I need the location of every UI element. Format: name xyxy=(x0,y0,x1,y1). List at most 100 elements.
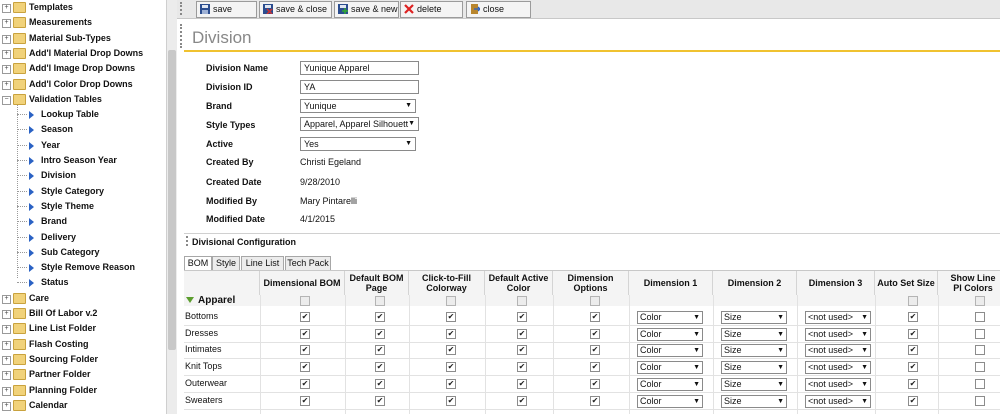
dimension-3-select[interactable]: <not used> ▼ xyxy=(805,311,871,324)
tree-scrollbar[interactable] xyxy=(166,0,177,414)
division-id-input[interactable]: YA xyxy=(300,80,419,94)
checked-checkbox[interactable]: ✔ xyxy=(300,312,310,322)
expander-icon[interactable]: + xyxy=(2,80,11,90)
expander-icon[interactable]: + xyxy=(2,49,11,59)
checked-checkbox[interactable]: ✔ xyxy=(446,395,456,406)
tab-bom[interactable]: BOM xyxy=(184,256,212,271)
column-header[interactable]: Dimension 2 xyxy=(713,271,797,295)
expander-icon[interactable]: + xyxy=(2,371,11,381)
checked-checkbox[interactable]: ✔ xyxy=(517,362,527,373)
brand-select[interactable]: Yunique ▼ xyxy=(300,99,416,113)
division-name-input[interactable]: Yunique Apparel xyxy=(300,61,419,75)
dimension-3-select[interactable]: <not used> ▼ xyxy=(805,327,871,341)
checked-checkbox[interactable]: ✔ xyxy=(375,362,385,373)
column-header[interactable]: Dimensional BOM xyxy=(260,271,345,295)
dimension-2-select[interactable]: Size ▼ xyxy=(721,311,787,324)
checked-checkbox[interactable]: ✔ xyxy=(446,345,456,356)
checked-checkbox[interactable]: ✔ xyxy=(517,328,527,339)
show-line-plan-colors-checkbox[interactable] xyxy=(975,378,985,389)
checked-checkbox[interactable]: ✔ xyxy=(590,328,600,339)
dimension-3-select[interactable]: <not used> ▼ xyxy=(805,361,871,375)
column-header[interactable]: Click-to-Fill Colorway xyxy=(409,271,485,295)
auto-set-size-checkbox[interactable]: ✔ xyxy=(908,345,918,356)
show-line-plan-colors-checkbox[interactable] xyxy=(975,312,985,322)
save-button[interactable]: save xyxy=(196,1,257,18)
auto-set-size-checkbox[interactable]: ✔ xyxy=(908,395,918,406)
checked-checkbox[interactable]: ✔ xyxy=(446,312,456,322)
expander-icon[interactable]: + xyxy=(2,294,11,304)
checked-checkbox[interactable]: ✔ xyxy=(590,395,600,406)
group-checkbox[interactable] xyxy=(908,296,918,306)
dimension-1-select[interactable]: Color ▼ xyxy=(637,361,703,375)
show-line-plan-colors-checkbox[interactable] xyxy=(975,328,985,339)
dimension-1-select[interactable]: Color ▼ xyxy=(637,377,703,391)
group-checkbox[interactable] xyxy=(375,296,385,306)
group-checkbox[interactable] xyxy=(300,296,310,306)
dimension-1-select[interactable]: Color ▼ xyxy=(637,344,703,358)
expander-icon[interactable]: − xyxy=(2,95,11,105)
column-header[interactable]: Dimension 1 xyxy=(629,271,713,295)
dimension-3-select[interactable]: <not used> ▼ xyxy=(805,377,871,391)
column-header[interactable]: Dimension Options xyxy=(553,271,629,295)
column-header[interactable]: Dimension 3 xyxy=(797,271,875,295)
checked-checkbox[interactable]: ✔ xyxy=(375,328,385,339)
checked-checkbox[interactable]: ✔ xyxy=(300,345,310,356)
checked-checkbox[interactable]: ✔ xyxy=(300,328,310,339)
dimension-1-select[interactable]: Color ▼ xyxy=(637,394,703,408)
checked-checkbox[interactable]: ✔ xyxy=(517,395,527,406)
checked-checkbox[interactable]: ✔ xyxy=(517,345,527,356)
show-line-plan-colors-checkbox[interactable] xyxy=(975,345,985,356)
expander-icon[interactable]: + xyxy=(2,34,11,44)
dimension-3-select[interactable]: <not used> ▼ xyxy=(805,344,871,358)
save-and-new-button[interactable]: save & new xyxy=(334,1,399,18)
expander-icon[interactable]: + xyxy=(2,4,11,13)
tab-line-list[interactable]: Line List xyxy=(241,256,284,271)
show-line-plan-colors-checkbox[interactable] xyxy=(975,362,985,373)
dimension-1-select[interactable]: Color ▼ xyxy=(637,311,703,324)
dimension-2-select[interactable]: Size ▼ xyxy=(721,344,787,358)
collapse-triangle-icon[interactable] xyxy=(186,297,194,303)
tab-tech-pack[interactable]: Tech Pack xyxy=(285,256,331,271)
auto-set-size-checkbox[interactable]: ✔ xyxy=(908,328,918,339)
column-header[interactable]: Auto Set Size xyxy=(875,271,938,295)
checked-checkbox[interactable]: ✔ xyxy=(375,378,385,389)
checked-checkbox[interactable]: ✔ xyxy=(517,378,527,389)
checked-checkbox[interactable]: ✔ xyxy=(300,362,310,373)
checked-checkbox[interactable]: ✔ xyxy=(590,378,600,389)
expander-icon[interactable]: + xyxy=(2,19,11,29)
dimension-1-select[interactable]: Color ▼ xyxy=(637,327,703,341)
checked-checkbox[interactable]: ✔ xyxy=(517,312,527,322)
expander-icon[interactable]: + xyxy=(2,386,11,396)
expander-icon[interactable]: + xyxy=(2,340,11,350)
style-types-select[interactable]: Apparel, Apparel Silhouett ▼ xyxy=(300,117,419,131)
checked-checkbox[interactable]: ✔ xyxy=(590,362,600,373)
dimension-3-select[interactable]: <not used> ▼ xyxy=(805,394,871,408)
expander-icon[interactable]: + xyxy=(2,310,11,319)
tab-style[interactable]: Style xyxy=(212,256,240,271)
dimension-2-select[interactable]: Size ▼ xyxy=(721,361,787,375)
group-checkbox[interactable] xyxy=(517,296,527,306)
dimension-2-select[interactable]: Size ▼ xyxy=(721,377,787,391)
dimension-2-select[interactable]: Size ▼ xyxy=(721,394,787,408)
group-checkbox[interactable] xyxy=(590,296,600,306)
column-header[interactable]: Show Line Pl Colors xyxy=(938,271,1000,295)
expander-icon[interactable]: + xyxy=(2,325,11,335)
auto-set-size-checkbox[interactable]: ✔ xyxy=(908,378,918,389)
checked-checkbox[interactable]: ✔ xyxy=(375,395,385,406)
checked-checkbox[interactable]: ✔ xyxy=(446,378,456,389)
scrollbar-thumb[interactable] xyxy=(168,50,176,350)
column-header[interactable]: Default Active Color xyxy=(485,271,553,295)
auto-set-size-checkbox[interactable]: ✔ xyxy=(908,312,918,322)
checked-checkbox[interactable]: ✔ xyxy=(300,395,310,406)
checked-checkbox[interactable]: ✔ xyxy=(446,328,456,339)
auto-set-size-checkbox[interactable]: ✔ xyxy=(908,362,918,373)
column-header[interactable]: Default BOM Page xyxy=(345,271,409,295)
expander-icon[interactable]: + xyxy=(2,65,11,75)
group-checkbox[interactable] xyxy=(446,296,456,306)
close-button[interactable]: close xyxy=(466,1,531,18)
show-line-plan-colors-checkbox[interactable] xyxy=(975,395,985,406)
checked-checkbox[interactable]: ✔ xyxy=(590,312,600,322)
expander-icon[interactable]: + xyxy=(2,355,11,365)
checked-checkbox[interactable]: ✔ xyxy=(375,345,385,356)
checked-checkbox[interactable]: ✔ xyxy=(375,312,385,322)
